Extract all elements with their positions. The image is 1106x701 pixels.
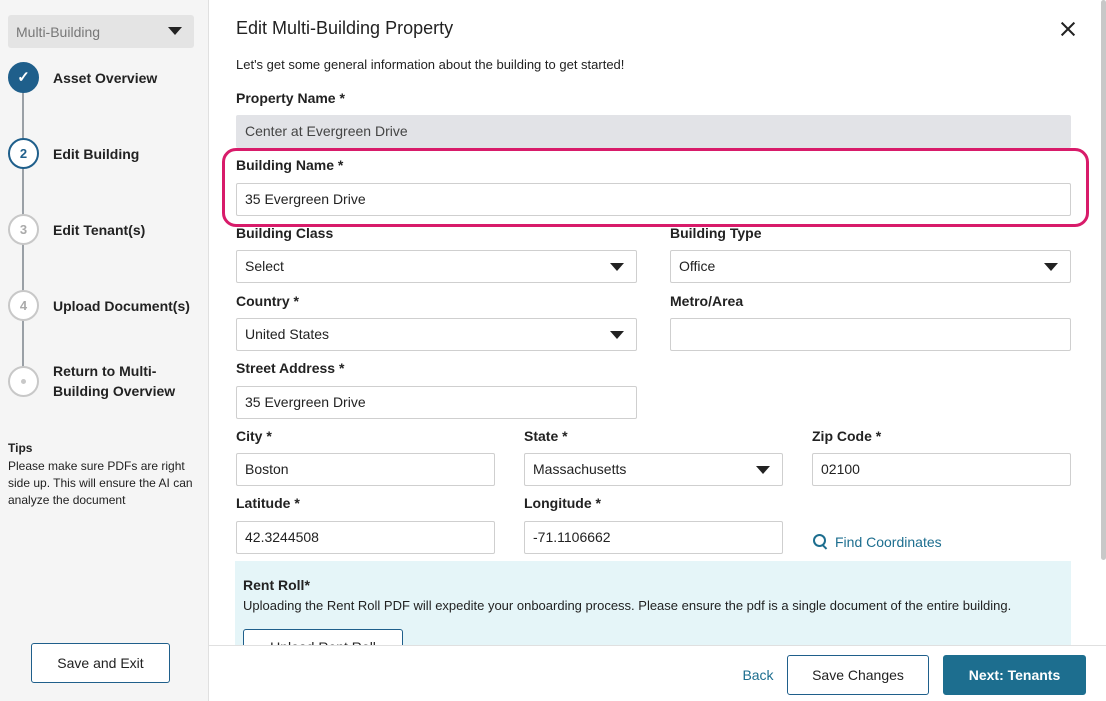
step-4-marker[interactable]: 4 (8, 290, 39, 321)
building-name-label: Building Name * (236, 157, 344, 173)
building-type-select[interactable]: Office (670, 250, 1071, 283)
step-3-marker[interactable]: 3 (8, 214, 39, 245)
next-tenants-button[interactable]: Next: Tenants (943, 655, 1086, 695)
city-label: City * (236, 428, 272, 444)
latitude-field[interactable]: 42.3244508 (236, 521, 495, 554)
dot-icon (21, 379, 26, 384)
building-type-value: Office (679, 258, 716, 274)
step-edit-tenants[interactable]: Edit Tenant(s) (53, 220, 145, 240)
scrollbar[interactable] (1101, 0, 1106, 560)
step-1-check-icon[interactable]: ✓ (8, 62, 39, 93)
intro-text: Let's get some general information about… (236, 57, 625, 72)
property-name-label: Property Name * (236, 90, 345, 106)
street-address-field[interactable]: 35 Evergreen Drive (236, 386, 637, 419)
search-icon (813, 534, 829, 550)
country-select[interactable]: United States (236, 318, 637, 351)
rent-roll-title: Rent Roll* (243, 577, 310, 593)
save-and-exit-button[interactable]: Save and Exit (31, 643, 170, 683)
main-panel: Edit Multi-Building Property Let's get s… (209, 0, 1106, 701)
upload-rent-roll-button[interactable]: Upload Rent Roll (243, 629, 403, 646)
find-coordinates-label: Find Coordinates (835, 534, 942, 550)
sidebar: Multi-Building ✓ Asset Overview 2 Edit B… (0, 0, 209, 701)
back-button[interactable]: Back (734, 655, 782, 695)
chevron-down-icon (168, 27, 182, 35)
chevron-down-icon (1044, 263, 1058, 271)
property-type-select[interactable]: Multi-Building (8, 15, 194, 48)
rent-roll-section: Rent Roll* Uploading the Rent Roll PDF w… (235, 561, 1071, 646)
close-icon[interactable] (1057, 18, 1079, 40)
state-label: State * (524, 428, 568, 444)
country-value: United States (245, 326, 330, 342)
metro-area-label: Metro/Area (670, 293, 744, 309)
chevron-down-icon (756, 466, 770, 474)
tips-title: Tips (8, 441, 33, 455)
chevron-down-icon (610, 263, 624, 271)
page-title: Edit Multi-Building Property (236, 18, 454, 38)
step-return-overview[interactable]: Return to Multi-Building Overview (53, 361, 193, 401)
metro-area-field[interactable] (670, 318, 1071, 351)
longitude-label: Longitude * (524, 495, 601, 511)
building-class-label: Building Class (236, 225, 334, 241)
building-class-value: Select (245, 258, 284, 274)
country-label: Country * (236, 293, 299, 309)
save-changes-button[interactable]: Save Changes (787, 655, 929, 695)
step-asset-overview[interactable]: Asset Overview (53, 68, 157, 88)
state-select[interactable]: Massachusetts (524, 453, 783, 486)
zip-code-label: Zip Code * (812, 428, 882, 444)
zip-code-field[interactable]: 02100 (812, 453, 1071, 486)
state-value: Massachusetts (533, 461, 627, 477)
footer-bar: Back Save Changes Next: Tenants (209, 645, 1106, 701)
step-upload-documents[interactable]: Upload Document(s) (53, 296, 190, 316)
building-type-label: Building Type (670, 225, 762, 241)
building-name-field[interactable]: 35 Evergreen Drive (236, 183, 1071, 216)
step-edit-building[interactable]: Edit Building (53, 144, 139, 164)
chevron-down-icon (610, 331, 624, 339)
city-field[interactable]: Boston (236, 453, 495, 486)
street-address-label: Street Address * (236, 360, 345, 376)
latitude-label: Latitude * (236, 495, 300, 511)
longitude-field[interactable]: -71.1106662 (524, 521, 783, 554)
property-name-field: Center at Evergreen Drive (236, 115, 1071, 148)
find-coordinates-link[interactable]: Find Coordinates (813, 534, 942, 550)
property-type-value: Multi-Building (16, 24, 101, 40)
step-5-marker[interactable] (8, 366, 39, 397)
rent-roll-description: Uploading the Rent Roll PDF will expedit… (243, 598, 1012, 613)
building-class-select[interactable]: Select (236, 250, 637, 283)
tips-body: Please make sure PDFs are right side up.… (8, 459, 193, 507)
step-2-marker[interactable]: 2 (8, 138, 39, 169)
